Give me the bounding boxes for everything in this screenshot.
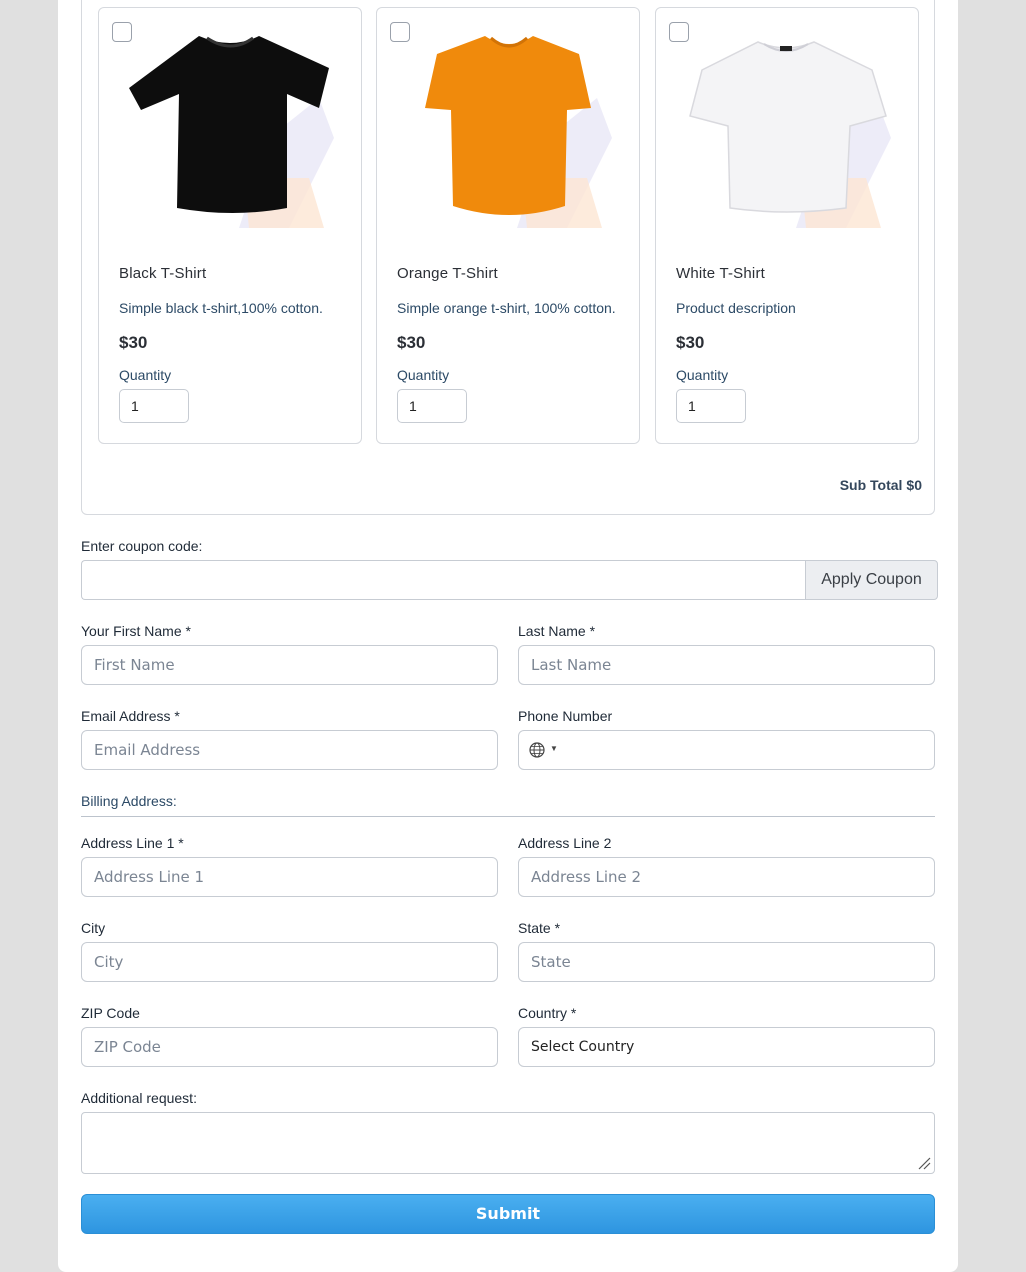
product-name: Black T-Shirt [119, 265, 207, 282]
quantity-label: Quantity [119, 367, 172, 383]
resize-handle-icon[interactable] [917, 1156, 931, 1170]
phone-label: Phone Number [518, 708, 613, 724]
submit-button[interactable]: Submit [81, 1194, 935, 1234]
quantity-input[interactable] [119, 389, 189, 423]
first-name-input[interactable] [81, 645, 498, 685]
city-input[interactable] [81, 942, 498, 982]
apply-coupon-button[interactable]: Apply Coupon [805, 560, 938, 600]
checkout-form-card: Black T-Shirt Simple black t-shirt,100% … [58, 0, 958, 1272]
coupon-input[interactable] [81, 560, 806, 600]
orange-tshirt-image [425, 36, 612, 228]
billing-address-title: Billing Address: [81, 793, 177, 809]
black-tshirt-image [129, 36, 334, 228]
subtotal: Sub Total $0 [836, 477, 922, 493]
coupon-label: Enter coupon code: [81, 538, 203, 554]
quantity-input[interactable] [676, 389, 746, 423]
zip-input[interactable] [81, 1027, 498, 1067]
product-price: $30 [397, 333, 426, 352]
country-select[interactable]: Select Country [518, 1027, 935, 1067]
email-input[interactable] [81, 730, 498, 770]
quantity-label: Quantity [397, 367, 450, 383]
product-description: Simple orange t-shirt, 100% cotton. [397, 300, 616, 316]
first-name-label: Your First Name * [81, 623, 191, 639]
subtotal-label: Sub Total [839, 477, 903, 493]
phone-input[interactable]: ▼ [518, 730, 935, 770]
address1-input[interactable] [81, 857, 498, 897]
product-name: Orange T-Shirt [397, 265, 498, 282]
address2-input[interactable] [518, 857, 935, 897]
additional-request-textarea[interactable] [81, 1112, 935, 1174]
city-label: City [81, 920, 106, 936]
country-label: Country * [518, 1005, 577, 1021]
product-name: White T-Shirt [676, 265, 766, 282]
zip-label: ZIP Code [81, 1005, 140, 1021]
product-card-black: Black T-Shirt Simple black t-shirt,100% … [98, 7, 362, 444]
subtotal-value: $0 [906, 477, 922, 493]
additional-request-label: Additional request: [81, 1090, 197, 1106]
globe-icon[interactable] [529, 742, 545, 758]
quantity-input[interactable] [397, 389, 467, 423]
white-tshirt-image [689, 41, 891, 228]
quantity-label: Quantity [676, 367, 729, 383]
address2-label: Address Line 2 [518, 835, 612, 851]
product-card-white: White T-Shirt Product description $30 Qu… [655, 7, 919, 444]
product-selection-box: Black T-Shirt Simple black t-shirt,100% … [81, 0, 935, 515]
last-name-label: Last Name * [518, 623, 596, 639]
address1-label: Address Line 1 * [81, 835, 184, 851]
product-description: Product description [676, 300, 796, 316]
product-description: Simple black t-shirt,100% cotton. [119, 300, 323, 316]
state-label: State * [518, 920, 561, 936]
chevron-down-icon[interactable]: ▼ [550, 744, 558, 753]
product-card-orange: Orange T-Shirt Simple orange t-shirt, 10… [376, 7, 640, 444]
divider [81, 816, 935, 817]
email-label: Email Address * [81, 708, 180, 724]
state-input[interactable] [518, 942, 935, 982]
product-price: $30 [119, 333, 148, 352]
product-price: $30 [676, 333, 705, 352]
last-name-input[interactable] [518, 645, 935, 685]
